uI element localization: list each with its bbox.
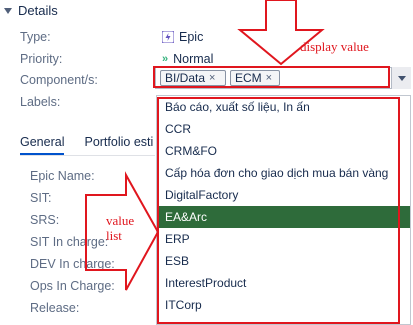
right-arrow-annotation <box>85 171 160 291</box>
value-list-annotation-line2: list <box>106 228 122 243</box>
value-list-annotation-line1: value <box>106 213 135 228</box>
display-value-annotation: display value <box>300 39 369 54</box>
